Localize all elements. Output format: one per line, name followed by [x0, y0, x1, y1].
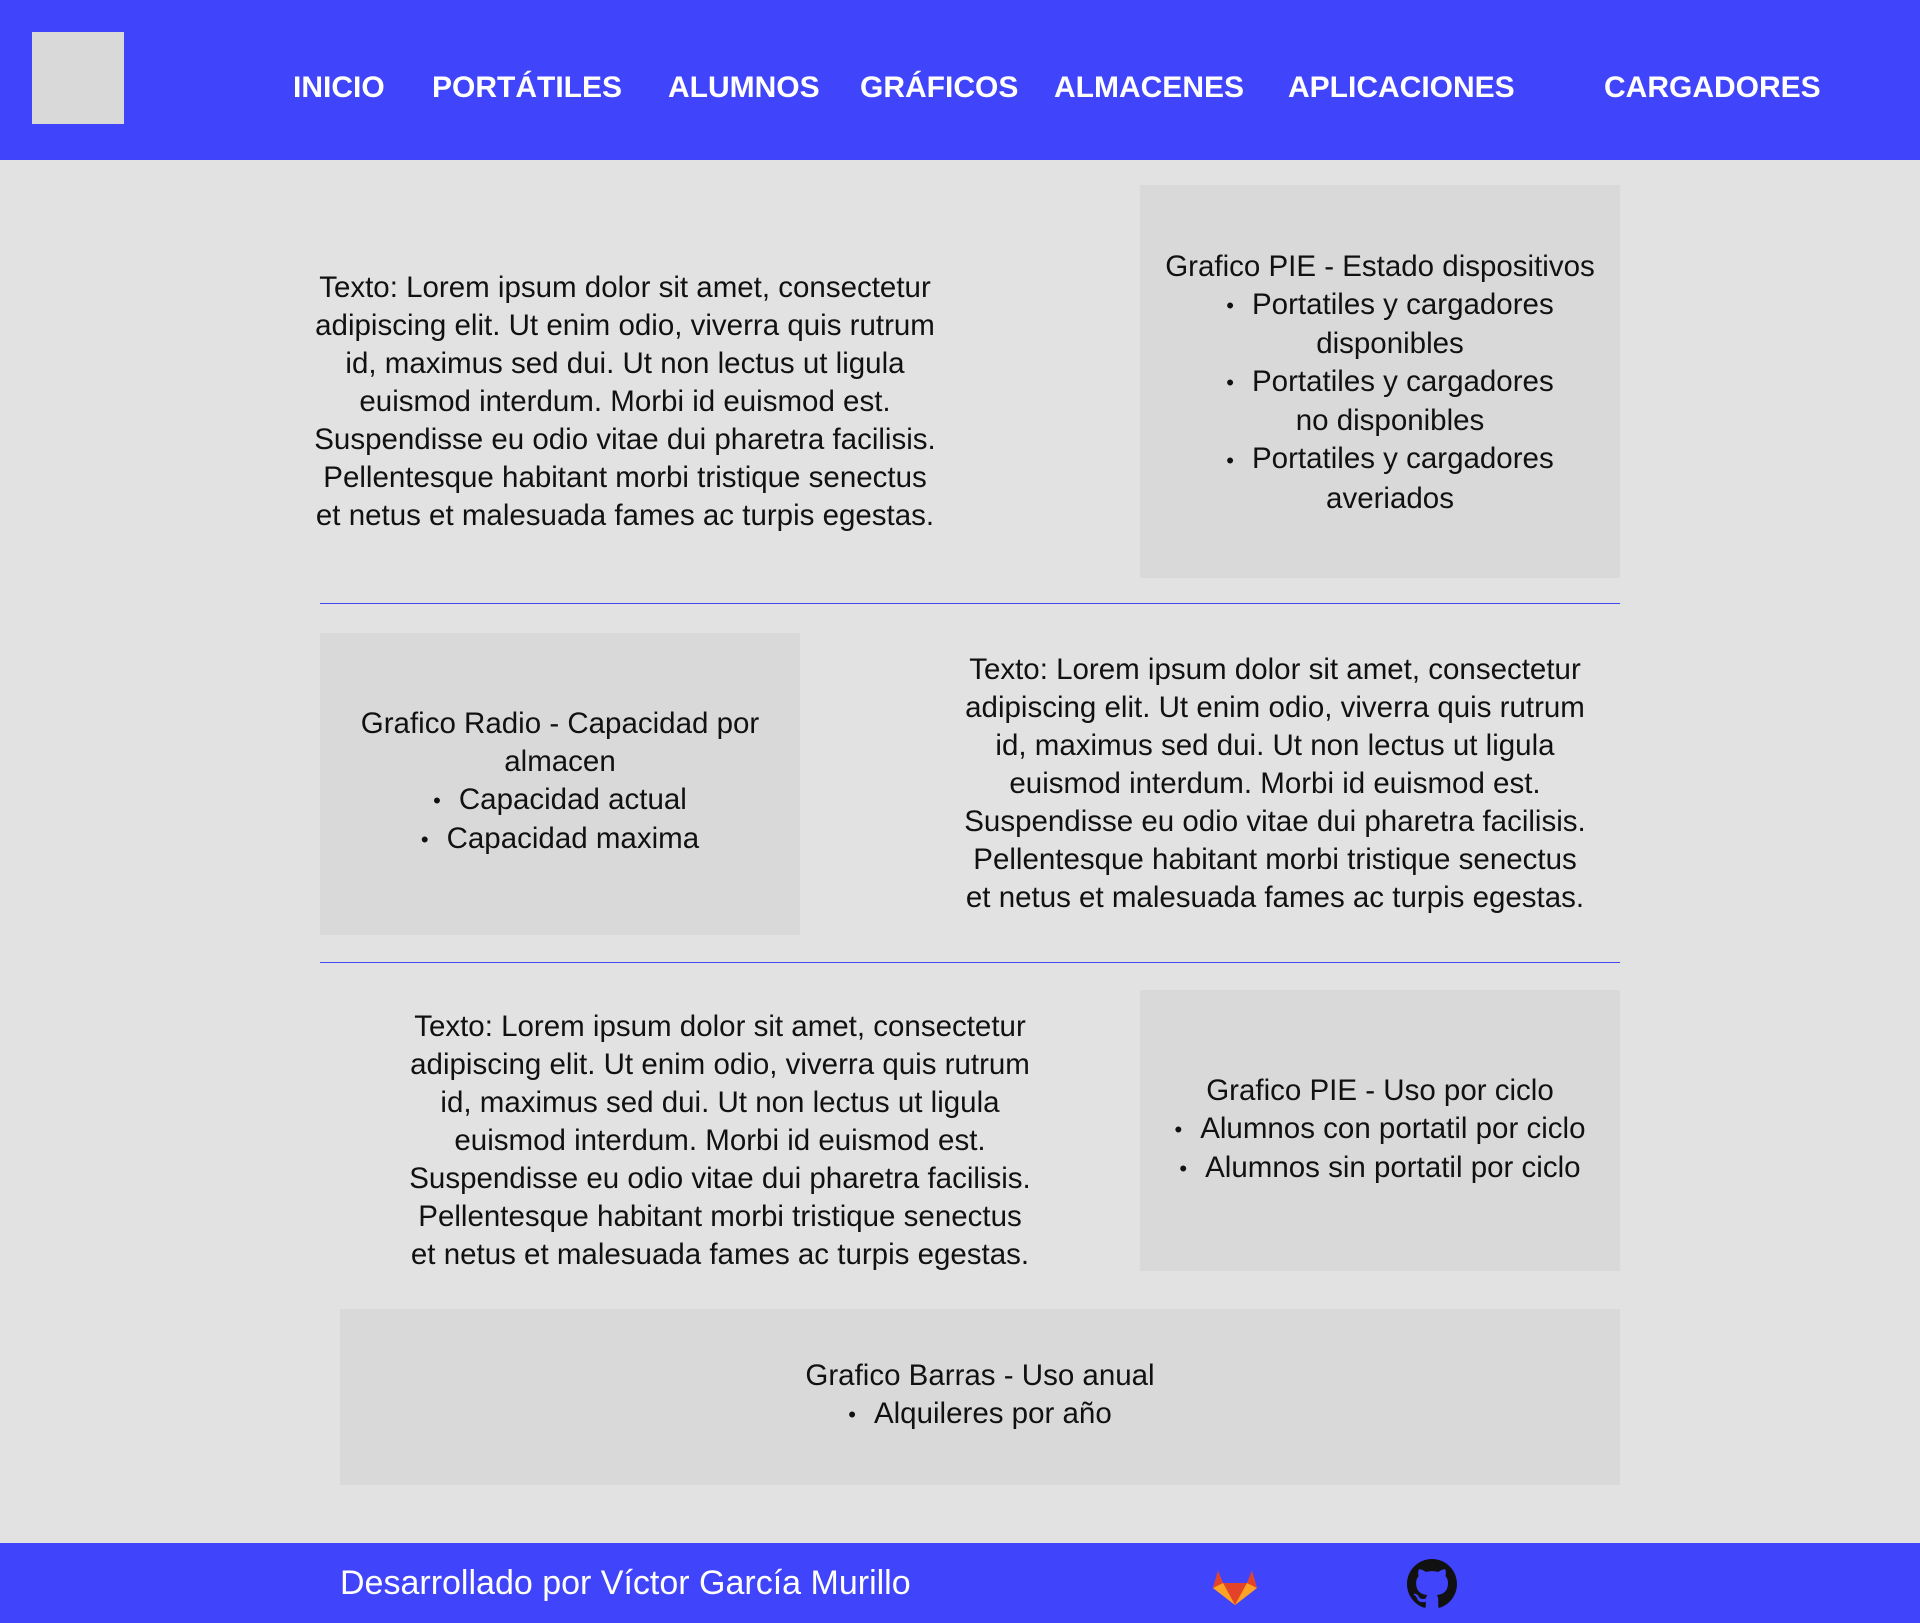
nav-cargadores[interactable]: CARGADORES — [1604, 70, 1821, 106]
text-line: et netus et malesuada fames ac turpis eg… — [410, 1238, 1030, 1271]
text-line: euismod interdum. Morbi id euismod est. — [454, 1124, 986, 1157]
chart-title: Grafico PIE - Uso por ciclo — [1206, 1074, 1554, 1107]
text-line: euismod interdum. Morbi id euismod est. — [359, 385, 891, 418]
bullet-item: Alquileres por año — [340, 1395, 1620, 1434]
bullet-item: Alumnos sin portatil por ciclo — [1140, 1149, 1620, 1188]
text-line: Texto: Lorem ipsum dolor sit amet, conse… — [319, 271, 931, 304]
text-line: adipiscing elit. Ut enim odio, viverra q… — [410, 1048, 1030, 1081]
chart-title: Grafico Radio - Capacidad por almacen — [360, 707, 760, 778]
logo-placeholder[interactable] — [32, 32, 124, 124]
text-line: adipiscing elit. Ut enim odio, viverra q… — [965, 691, 1585, 724]
text-line: adipiscing elit. Ut enim odio, viverra q… — [315, 309, 935, 342]
chart-title: Grafico PIE - Estado dispositivos — [1165, 250, 1595, 283]
section-divider — [320, 603, 1620, 604]
nav-almacenes[interactable]: ALMACENES — [1054, 70, 1244, 106]
text-line: id, maximus sed dui. Ut non lectus ut li… — [995, 729, 1555, 762]
nav-graficos[interactable]: GRÁFICOS — [860, 70, 1018, 106]
gitlab-icon[interactable] — [1210, 1559, 1260, 1609]
description-text-3: Texto: Lorem ipsum dolor sit amet, conse… — [365, 1008, 1075, 1274]
text-line: Suspendisse eu odio vitae dui pharetra f… — [409, 1162, 1031, 1195]
text-line: id, maximus sed dui. Ut non lectus ut li… — [440, 1086, 1000, 1119]
section-divider — [320, 962, 1620, 963]
nav-aplicaciones[interactable]: APLICACIONES — [1288, 70, 1515, 106]
text-line: et netus et malesuada fames ac turpis eg… — [315, 499, 935, 532]
text-line: Pellentesque habitant morbi tristique se… — [323, 461, 927, 494]
text-line: Suspendisse eu odio vitae dui pharetra f… — [964, 805, 1586, 838]
bullet-item: Portatiles y cargadores disponibles — [1210, 286, 1570, 363]
nav-portatiles[interactable]: PORTÁTILES — [432, 70, 622, 106]
bullet-item: Capacidad actual — [320, 781, 800, 820]
text-line: et netus et malesuada fames ac turpis eg… — [965, 881, 1585, 914]
nav-alumnos[interactable]: ALUMNOS — [668, 70, 820, 106]
description-text-2: Texto: Lorem ipsum dolor sit amet, conse… — [920, 651, 1630, 917]
text-line: Suspendisse eu odio vitae dui pharetra f… — [314, 423, 936, 456]
chart-bullets: Alquileres por año — [340, 1395, 1620, 1434]
text-line: Pellentesque habitant morbi tristique se… — [418, 1200, 1022, 1233]
text-line: Pellentesque habitant morbi tristique se… — [973, 843, 1577, 876]
chart-placeholder-radio-capacidad: Grafico Radio - Capacidad por almacen Ca… — [320, 633, 800, 935]
github-icon[interactable] — [1407, 1559, 1457, 1609]
chart-bullets: Alumnos con portatil por ciclo Alumnos s… — [1140, 1110, 1620, 1188]
chart-placeholder-pie-uso: Grafico PIE - Uso por ciclo Alumnos con … — [1140, 990, 1620, 1271]
text-line: id, maximus sed dui. Ut non lectus ut li… — [345, 347, 905, 380]
nav-inicio[interactable]: INICIO — [293, 70, 385, 106]
bullet-item: Portatiles y cargadores averiados — [1210, 440, 1570, 517]
chart-placeholder-barras-uso: Grafico Barras - Uso anual Alquileres po… — [340, 1309, 1620, 1485]
bullet-item: Alumnos con portatil por ciclo — [1140, 1110, 1620, 1149]
bullet-item: Capacidad maxima — [320, 820, 800, 859]
footer: Desarrollado por Víctor García Murillo — [0, 1543, 1920, 1623]
bullet-item: Portatiles y cargadores no disponibles — [1210, 363, 1570, 440]
text-line: Texto: Lorem ipsum dolor sit amet, conse… — [969, 653, 1581, 686]
description-text-1: Texto: Lorem ipsum dolor sit amet, conse… — [270, 269, 980, 535]
text-line: Texto: Lorem ipsum dolor sit amet, conse… — [414, 1010, 1026, 1043]
header: INICIO PORTÁTILES ALUMNOS GRÁFICOS ALMAC… — [0, 0, 1920, 160]
chart-title: Grafico Barras - Uso anual — [805, 1359, 1155, 1392]
text-line: euismod interdum. Morbi id euismod est. — [1009, 767, 1541, 800]
chart-bullets: Capacidad actual Capacidad maxima — [320, 781, 800, 859]
footer-credit: Desarrollado por Víctor García Murillo — [340, 1564, 911, 1602]
chart-bullets: Portatiles y cargadores disponibles Port… — [1210, 286, 1570, 518]
chart-placeholder-pie-estado: Grafico PIE - Estado dispositivos Portat… — [1140, 185, 1620, 578]
